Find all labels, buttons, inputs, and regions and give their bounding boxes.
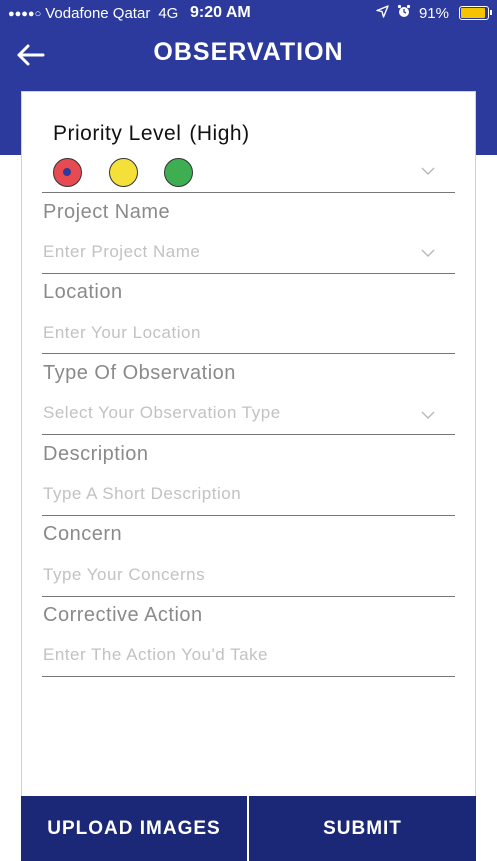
priority-medium-option[interactable]: [109, 158, 138, 187]
location-arrow-icon: [376, 4, 389, 22]
priority-value-text: (High): [189, 122, 250, 145]
concern-label: Concern: [43, 523, 123, 545]
carrier-name: Vodafone Qatar: [45, 5, 151, 22]
selected-indicator: [63, 168, 71, 176]
location-label: Location: [43, 281, 123, 303]
observation-type-dropdown[interactable]: Select Your Observation Type: [43, 403, 413, 423]
chevron-down-icon[interactable]: [421, 166, 435, 176]
alarm-icon: [397, 4, 411, 22]
project-name-dropdown[interactable]: Enter Project Name: [43, 242, 413, 262]
upload-images-button[interactable]: UPLOAD IMAGES: [21, 796, 247, 861]
divider: [42, 676, 455, 677]
corrective-action-input[interactable]: Enter The Action You'd Take: [43, 645, 413, 665]
project-name-label: Project Name: [43, 201, 171, 223]
priority-label-text: Priority Level: [53, 122, 182, 145]
description-input[interactable]: Type A Short Description: [43, 484, 413, 504]
divider: [42, 515, 455, 516]
status-time: 9:20 AM: [190, 4, 251, 21]
divider: [42, 434, 455, 435]
chevron-down-icon[interactable]: [421, 410, 435, 420]
corrective-action-label: Corrective Action: [43, 604, 203, 626]
battery-level: [461, 8, 485, 18]
page-title: OBSERVATION: [153, 38, 344, 66]
location-input[interactable]: Enter Your Location: [43, 323, 413, 343]
priority-low-option[interactable]: [164, 158, 193, 187]
divider: [42, 353, 455, 354]
priority-high-option[interactable]: [53, 158, 82, 187]
priority-level-label: Priority Level (High): [53, 122, 250, 146]
submit-button[interactable]: SUBMIT: [249, 796, 476, 861]
description-label: Description: [43, 443, 149, 465]
observation-type-label: Type Of Observation: [43, 362, 236, 384]
concern-input[interactable]: Type Your Concerns: [43, 565, 413, 585]
divider: [42, 273, 455, 274]
chevron-down-icon[interactable]: [421, 248, 435, 258]
signal-strength-icon: ●●●●○: [8, 7, 42, 20]
divider: [42, 596, 455, 597]
network-type: 4G: [158, 5, 179, 22]
battery-icon: [459, 6, 492, 20]
battery-percent: 91%: [418, 4, 449, 22]
status-bar: ●●●●○ Vodafone Qatar 4G 9:20 AM 91%: [0, 0, 497, 28]
divider: [42, 192, 455, 193]
